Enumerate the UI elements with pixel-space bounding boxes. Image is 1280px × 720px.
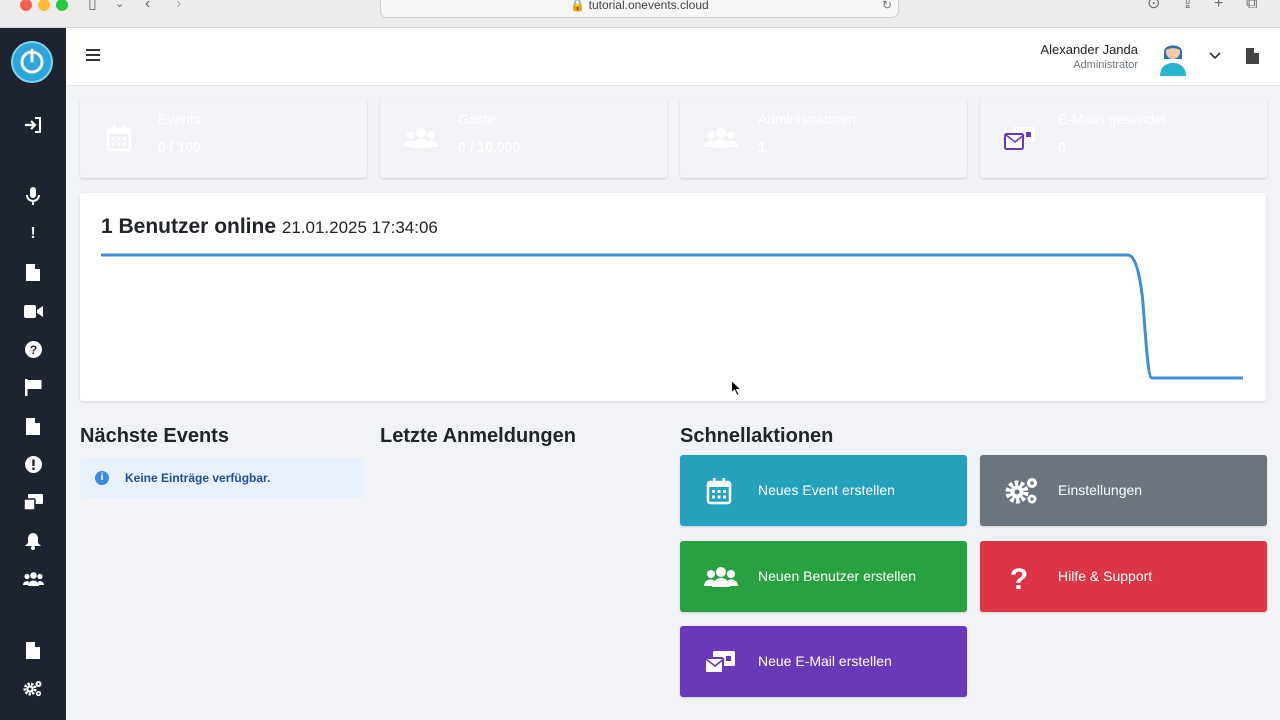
users-icon bbox=[403, 123, 439, 153]
stat-card-admins[interactable]: Administratoren 1 bbox=[680, 99, 967, 178]
next-events-title: Nächste Events bbox=[80, 425, 229, 447]
stat-label: Events bbox=[158, 111, 201, 127]
stat-label: Gäste bbox=[458, 111, 496, 127]
stat-label: E-Mails gesendet bbox=[1058, 111, 1167, 127]
stat-card-events[interactable]: Events 0 / 100 bbox=[80, 99, 367, 178]
microphone-icon[interactable] bbox=[21, 185, 45, 207]
forward-icon[interactable]: › bbox=[176, 0, 181, 14]
online-users-line-chart bbox=[101, 253, 1243, 380]
users-icon bbox=[703, 123, 739, 153]
new-email-button[interactable]: Neue E-Mail erstellen bbox=[680, 626, 967, 697]
mail-bulk-icon bbox=[1004, 123, 1035, 153]
svg-text:?: ? bbox=[1010, 563, 1028, 592]
action-label: Hilfe & Support bbox=[1058, 568, 1153, 584]
quick-actions-title: Schnellaktionen bbox=[680, 425, 834, 447]
mail-bulk-icon bbox=[704, 647, 735, 677]
sidebar-toggle-icon[interactable]: ▯ bbox=[88, 0, 97, 14]
document-icon[interactable] bbox=[1246, 48, 1260, 64]
help-support-button[interactable]: ? Hilfe & Support bbox=[980, 541, 1267, 612]
user-name[interactable]: Alexander Janda bbox=[1040, 42, 1138, 57]
settings-button[interactable]: Einstellungen bbox=[980, 455, 1267, 526]
tab-overview-icon[interactable]: ⧉ bbox=[1246, 0, 1257, 14]
close-window-button[interactable] bbox=[20, 0, 32, 11]
info-icon: i bbox=[95, 471, 109, 485]
sign-in-icon[interactable] bbox=[21, 114, 45, 136]
calendar-icon bbox=[704, 476, 734, 506]
gears-icon[interactable] bbox=[21, 677, 45, 699]
question-icon: ? bbox=[1004, 562, 1034, 596]
action-label: Einstellungen bbox=[1058, 482, 1143, 498]
stat-value: 0 / 10.000 bbox=[458, 139, 521, 155]
divider bbox=[158, 164, 351, 165]
minimize-window-button[interactable] bbox=[38, 0, 50, 11]
online-users-panel: 1 Benutzer online 21.01.2025 17:34:06 bbox=[80, 193, 1266, 401]
last-logins-title: Letzte Anmeldungen bbox=[380, 425, 576, 447]
back-icon[interactable]: ‹ bbox=[145, 0, 150, 14]
file-icon[interactable] bbox=[21, 639, 45, 661]
logo-power-icon[interactable] bbox=[11, 41, 53, 83]
chevron-down-icon[interactable]: ⌄ bbox=[115, 0, 124, 14]
users-icon[interactable] bbox=[21, 568, 45, 590]
alert-circle-icon[interactable] bbox=[21, 453, 45, 475]
users-icon bbox=[703, 562, 739, 592]
flag-icon[interactable] bbox=[21, 376, 45, 398]
browser-toolbar: ▯ ⌄ ‹ › 🔒 tutorial.onevents.cloud ↻ ⊙ ⇪ … bbox=[0, 0, 1280, 28]
stat-card-emails[interactable]: E-Mails gesendet 0 bbox=[980, 99, 1267, 178]
stat-value: 0 bbox=[1058, 139, 1066, 155]
address-bar[interactable]: 🔒 tutorial.onevents.cloud ↻ bbox=[380, 0, 899, 18]
stat-label: Administratoren bbox=[758, 111, 857, 127]
divider bbox=[458, 164, 651, 165]
empty-events-alert: i Keine Einträge verfügbar. bbox=[80, 458, 364, 498]
maximize-window-button[interactable] bbox=[56, 0, 68, 11]
help-circle-icon[interactable]: ? bbox=[21, 338, 45, 360]
calendar-icon bbox=[104, 123, 134, 153]
new-event-button[interactable]: Neues Event erstellen bbox=[680, 455, 967, 526]
menu-icon[interactable] bbox=[86, 49, 100, 63]
new-tab-icon[interactable]: + bbox=[1214, 0, 1223, 14]
lock-icon: 🔒 bbox=[570, 0, 586, 12]
action-label: Neuen Benutzer erstellen bbox=[758, 568, 916, 584]
gears-icon bbox=[1004, 476, 1037, 506]
mouse-cursor-icon bbox=[731, 380, 742, 396]
divider bbox=[1058, 164, 1251, 165]
sidebar: ! ? bbox=[0, 28, 66, 720]
divider bbox=[758, 164, 951, 165]
exclamation-icon[interactable]: ! bbox=[21, 223, 45, 245]
mail-bulk-icon[interactable] bbox=[21, 491, 45, 513]
action-label: Neues Event erstellen bbox=[758, 482, 895, 498]
online-series-line bbox=[101, 253, 1243, 380]
stat-value: 1 bbox=[758, 139, 766, 155]
file-icon[interactable] bbox=[21, 415, 45, 437]
stat-value: 0 / 100 bbox=[158, 139, 201, 155]
file-icon[interactable] bbox=[21, 261, 45, 283]
share-icon[interactable]: ⇪ bbox=[1181, 0, 1194, 14]
user-role: Administrator bbox=[1073, 59, 1138, 71]
url-text: tutorial.onevents.cloud bbox=[588, 0, 709, 12]
stat-card-guests[interactable]: Gäste 0 / 10.000 bbox=[380, 99, 667, 178]
top-header: Alexander Janda Administrator bbox=[66, 28, 1280, 86]
video-camera-icon[interactable] bbox=[21, 300, 45, 322]
svg-text:?: ? bbox=[29, 343, 36, 357]
action-label: Neue E-Mail erstellen bbox=[758, 653, 892, 669]
reload-icon[interactable]: ↻ bbox=[882, 0, 892, 17]
empty-message: Keine Einträge verfügbar. bbox=[125, 471, 271, 485]
chevron-down-icon[interactable] bbox=[1208, 48, 1222, 62]
download-icon[interactable]: ⊙ bbox=[1147, 0, 1160, 14]
bell-icon[interactable] bbox=[21, 530, 45, 552]
avatar[interactable] bbox=[1158, 38, 1188, 76]
new-user-button[interactable]: Neuen Benutzer erstellen bbox=[680, 541, 967, 612]
